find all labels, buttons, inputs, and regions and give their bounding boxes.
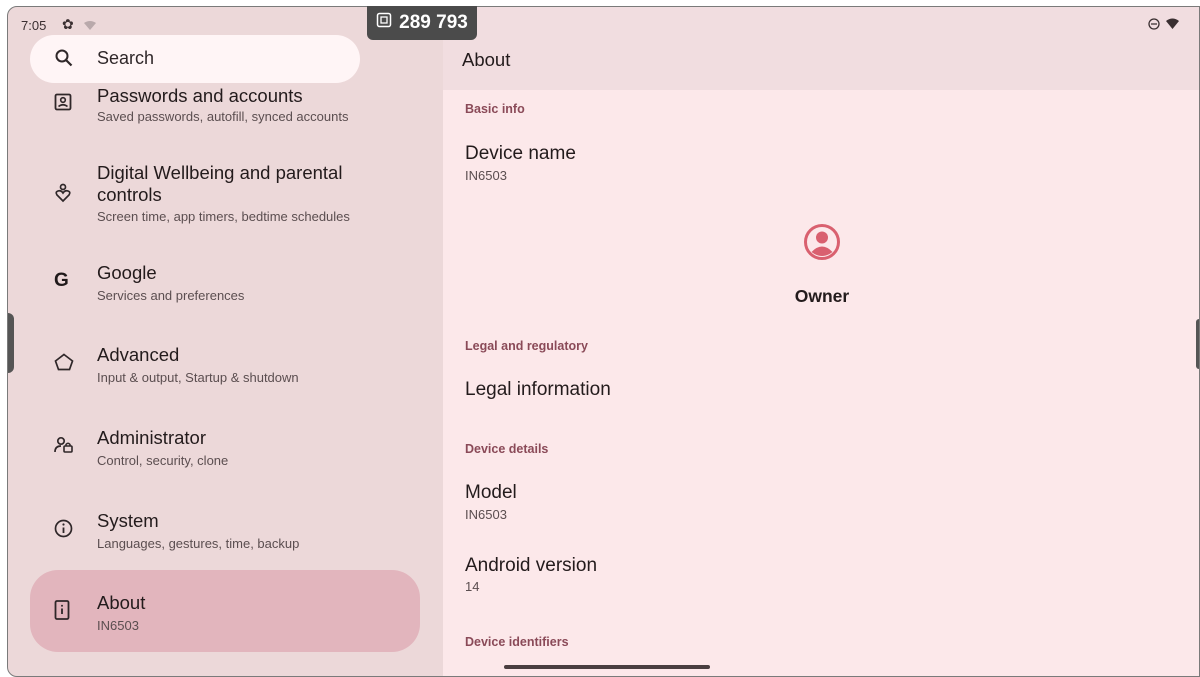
wifi-icon: [84, 18, 96, 36]
account-box-icon: [54, 93, 72, 116]
item-title: Administrator: [97, 427, 206, 448]
owner-avatar-icon: [443, 223, 1199, 266]
model-value: IN6503: [465, 507, 507, 522]
about-detail-pane: About Basic info Device name IN6503 Owne…: [443, 7, 1199, 676]
device-info-icon: [54, 600, 70, 625]
section-device-identifiers: Device identifiers: [465, 635, 569, 649]
counter-icon: [376, 12, 392, 34]
settings-item-administrator[interactable]: Administrator Control, security, clone: [30, 426, 420, 476]
android-version-value: 14: [465, 579, 480, 594]
status-time: 7:05: [21, 18, 47, 33]
wellbeing-icon: [54, 183, 72, 208]
settings-list-pane: 7:05 ✿ Search Passwords and accounts Sav…: [8, 7, 443, 676]
counter-value: 289 793: [399, 12, 468, 33]
settings-item-google[interactable]: G Google Services and preferences: [30, 261, 420, 311]
item-title: Google: [97, 262, 157, 283]
settings-item-advanced[interactable]: Advanced Input & output, Startup & shutd…: [30, 343, 420, 393]
left-edge-handle[interactable]: [8, 313, 14, 373]
status-icons-right: [1148, 17, 1179, 35]
settings-item-system[interactable]: System Languages, gestures, time, backup: [30, 509, 420, 559]
item-subtitle: Services and preferences: [97, 288, 245, 303]
owner-label: Owner: [794, 286, 850, 306]
search-placeholder: Search: [97, 48, 155, 68]
item-subtitle: Input & output, Startup & shutdown: [97, 370, 299, 385]
legal-information-item[interactable]: Legal information: [465, 379, 611, 401]
device-name-title: Device name: [465, 143, 576, 164]
settings-gear-icon: ✿: [62, 16, 74, 32]
section-device-details: Device details: [465, 442, 549, 456]
item-title: System: [97, 510, 159, 531]
item-subtitle: IN6503: [97, 618, 139, 633]
overlay-counter: 289 793: [367, 6, 477, 40]
page-title: About: [462, 49, 511, 70]
model-title: Model: [465, 482, 517, 503]
settings-item-digital-wellbeing[interactable]: Digital Wellbeing and parental controls …: [30, 159, 420, 229]
item-title: Advanced: [97, 344, 180, 365]
item-subtitle: Control, security, clone: [97, 453, 229, 468]
owner-profile[interactable]: Owner: [443, 223, 1199, 307]
section-basic-info: Basic info: [465, 102, 525, 116]
gesture-nav-handle[interactable]: [504, 665, 710, 669]
android-version-title: Android version: [465, 555, 598, 576]
item-title: Digital Wellbeing and parental controls: [97, 162, 343, 205]
advanced-icon: [54, 353, 74, 376]
settings-item-about[interactable]: About IN6503: [30, 570, 420, 652]
android-screen: 7:05 ✿ Search Passwords and accounts Sav…: [7, 6, 1200, 677]
item-title: Passwords and accounts: [97, 85, 303, 106]
admin-icon: [54, 436, 74, 459]
search-bar[interactable]: Search: [30, 35, 360, 83]
about-header: About: [443, 7, 1199, 90]
item-title: About: [97, 592, 146, 613]
google-icon: G: [54, 270, 69, 291]
item-subtitle: Screen time, app timers, bedtime schedul…: [97, 209, 350, 224]
item-subtitle: Languages, gestures, time, backup: [97, 536, 300, 551]
device-name-value: IN6503: [465, 168, 507, 183]
settings-item-passwords[interactable]: Passwords and accounts Saved passwords, …: [30, 85, 420, 135]
wifi-signal-icon: [1166, 17, 1179, 35]
item-subtitle: Saved passwords, autofill, synced accoun…: [97, 109, 349, 124]
info-icon: [54, 519, 73, 543]
section-legal: Legal and regulatory: [465, 339, 588, 353]
search-icon: [55, 49, 73, 72]
right-edge-handle[interactable]: [1196, 319, 1199, 369]
dnd-icon: [1148, 17, 1160, 35]
